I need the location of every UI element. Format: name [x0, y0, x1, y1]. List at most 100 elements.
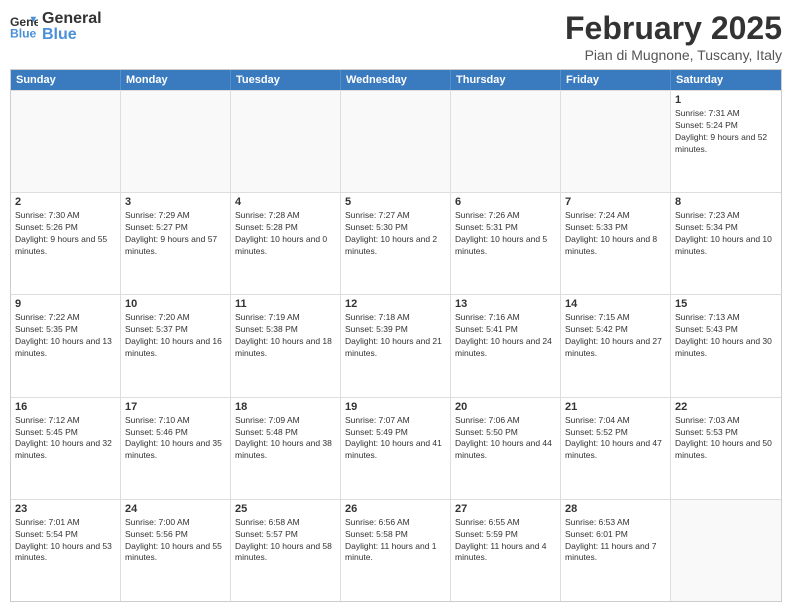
- empty-cell: [121, 91, 231, 192]
- day-1: 1 Sunrise: 7:31 AM Sunset: 5:24 PM Daylig…: [671, 91, 781, 192]
- day-15: 15 Sunrise: 7:13 AM Sunset: 5:43 PM Dayli…: [671, 295, 781, 396]
- day-info: Sunrise: 7:09 AM Sunset: 5:48 PM Dayligh…: [235, 415, 336, 463]
- day-number: 21: [565, 401, 666, 413]
- calendar-header: SundayMondayTuesdayWednesdayThursdayFrid…: [11, 70, 781, 90]
- day-20: 20 Sunrise: 7:06 AM Sunset: 5:50 PM Dayli…: [451, 398, 561, 499]
- day-info: Sunrise: 7:27 AM Sunset: 5:30 PM Dayligh…: [345, 210, 446, 258]
- day-number: 19: [345, 401, 446, 413]
- day-info: Sunrise: 7:31 AM Sunset: 5:24 PM Dayligh…: [675, 108, 777, 156]
- day-number: 6: [455, 196, 556, 208]
- day-info: Sunrise: 7:22 AM Sunset: 5:35 PM Dayligh…: [15, 312, 116, 360]
- day-16: 16 Sunrise: 7:12 AM Sunset: 5:45 PM Dayli…: [11, 398, 121, 499]
- day-24: 24Sunrise: 7:00 AM Sunset: 5:56 PM Dayli…: [121, 500, 231, 601]
- day-number: 15: [675, 298, 777, 310]
- day-4: 4Sunrise: 7:28 AM Sunset: 5:28 PM Daylig…: [231, 193, 341, 294]
- day-number: 26: [345, 503, 446, 515]
- header-day-saturday: Saturday: [671, 70, 781, 90]
- day-info: Sunrise: 7:10 AM Sunset: 5:46 PM Dayligh…: [125, 415, 226, 463]
- day-22: 22 Sunrise: 7:03 AM Sunset: 5:53 PM Dayli…: [671, 398, 781, 499]
- empty-cell: [231, 91, 341, 192]
- day-number: 28: [565, 503, 666, 515]
- day-number: 18: [235, 401, 336, 413]
- logo-line2: Blue: [42, 26, 102, 44]
- day-21: 21 Sunrise: 7:04 AM Sunset: 5:52 PM Dayli…: [561, 398, 671, 499]
- day-info: Sunrise: 7:01 AM Sunset: 5:54 PM Dayligh…: [15, 517, 116, 565]
- calendar-body: 1 Sunrise: 7:31 AM Sunset: 5:24 PM Daylig…: [11, 90, 781, 601]
- day-number: 23: [15, 503, 116, 515]
- day-info: Sunrise: 6:55 AM Sunset: 5:59 PM Dayligh…: [455, 517, 556, 565]
- day-3: 3 Sunrise: 7:29 AM Sunset: 5:27 PM Daylig…: [121, 193, 231, 294]
- calendar-title: February 2025: [565, 10, 782, 47]
- day-number: 25: [235, 503, 336, 515]
- day-13: 13 Sunrise: 7:16 AM Sunset: 5:41 PM Dayli…: [451, 295, 561, 396]
- day-number: 2: [15, 196, 116, 208]
- day-number: 3: [125, 196, 226, 208]
- header-day-sunday: Sunday: [11, 70, 121, 90]
- day-info: Sunrise: 7:03 AM Sunset: 5:53 PM Dayligh…: [675, 415, 777, 463]
- day-info: Sunrise: 7:07 AM Sunset: 5:49 PM Dayligh…: [345, 415, 446, 463]
- empty-cell: [11, 91, 121, 192]
- day-9: 9 Sunrise: 7:22 AM Sunset: 5:35 PM Daylig…: [11, 295, 121, 396]
- header: General Blue General Blue February 2025 …: [10, 10, 782, 63]
- day-5: 5 Sunrise: 7:27 AM Sunset: 5:30 PM Daylig…: [341, 193, 451, 294]
- day-number: 1: [675, 94, 777, 106]
- day-number: 7: [565, 196, 666, 208]
- day-info: Sunrise: 6:56 AM Sunset: 5:58 PM Dayligh…: [345, 517, 446, 565]
- page: General Blue General Blue February 2025 …: [0, 0, 792, 612]
- day-number: 13: [455, 298, 556, 310]
- week-4: 16 Sunrise: 7:12 AM Sunset: 5:45 PM Dayli…: [11, 397, 781, 499]
- day-23: 23 Sunrise: 7:01 AM Sunset: 5:54 PM Dayli…: [11, 500, 121, 601]
- day-number: 12: [345, 298, 446, 310]
- day-7: 7Sunrise: 7:24 AM Sunset: 5:33 PM Daylig…: [561, 193, 671, 294]
- day-11: 11Sunrise: 7:19 AM Sunset: 5:38 PM Dayli…: [231, 295, 341, 396]
- header-day-wednesday: Wednesday: [341, 70, 451, 90]
- day-info: Sunrise: 7:23 AM Sunset: 5:34 PM Dayligh…: [675, 210, 777, 258]
- day-number: 17: [125, 401, 226, 413]
- logo: General Blue General Blue: [10, 10, 102, 43]
- header-day-tuesday: Tuesday: [231, 70, 341, 90]
- empty-cell: [671, 500, 781, 601]
- day-info: Sunrise: 6:53 AM Sunset: 6:01 PM Dayligh…: [565, 517, 666, 565]
- day-info: Sunrise: 7:20 AM Sunset: 5:37 PM Dayligh…: [125, 312, 226, 360]
- day-number: 11: [235, 298, 336, 310]
- day-info: Sunrise: 7:04 AM Sunset: 5:52 PM Dayligh…: [565, 415, 666, 463]
- day-number: 27: [455, 503, 556, 515]
- calendar-subtitle: Pian di Mugnone, Tuscany, Italy: [565, 47, 782, 63]
- day-14: 14 Sunrise: 7:15 AM Sunset: 5:42 PM Dayli…: [561, 295, 671, 396]
- calendar: SundayMondayTuesdayWednesdayThursdayFrid…: [10, 69, 782, 602]
- day-info: Sunrise: 7:28 AM Sunset: 5:28 PM Dayligh…: [235, 210, 336, 258]
- day-number: 14: [565, 298, 666, 310]
- day-12: 12Sunrise: 7:18 AM Sunset: 5:39 PM Dayli…: [341, 295, 451, 396]
- day-number: 16: [15, 401, 116, 413]
- day-17: 17 Sunrise: 7:10 AM Sunset: 5:46 PM Dayli…: [121, 398, 231, 499]
- day-number: 5: [345, 196, 446, 208]
- day-6: 6 Sunrise: 7:26 AM Sunset: 5:31 PM Daylig…: [451, 193, 561, 294]
- header-day-friday: Friday: [561, 70, 671, 90]
- day-number: 10: [125, 298, 226, 310]
- day-info: Sunrise: 7:00 AM Sunset: 5:56 PM Dayligh…: [125, 517, 226, 565]
- day-info: Sunrise: 7:12 AM Sunset: 5:45 PM Dayligh…: [15, 415, 116, 463]
- day-25: 25Sunrise: 6:58 AM Sunset: 5:57 PM Dayli…: [231, 500, 341, 601]
- week-5: 23 Sunrise: 7:01 AM Sunset: 5:54 PM Dayli…: [11, 499, 781, 601]
- day-info: Sunrise: 7:06 AM Sunset: 5:50 PM Dayligh…: [455, 415, 556, 463]
- day-info: Sunrise: 7:13 AM Sunset: 5:43 PM Dayligh…: [675, 312, 777, 360]
- day-info: Sunrise: 7:26 AM Sunset: 5:31 PM Dayligh…: [455, 210, 556, 258]
- day-info: Sunrise: 7:16 AM Sunset: 5:41 PM Dayligh…: [455, 312, 556, 360]
- svg-text:Blue: Blue: [10, 26, 37, 40]
- week-2: 2 Sunrise: 7:30 AM Sunset: 5:26 PM Daylig…: [11, 192, 781, 294]
- day-info: Sunrise: 7:15 AM Sunset: 5:42 PM Dayligh…: [565, 312, 666, 360]
- day-info: Sunrise: 7:30 AM Sunset: 5:26 PM Dayligh…: [15, 210, 116, 258]
- day-number: 20: [455, 401, 556, 413]
- empty-cell: [451, 91, 561, 192]
- logo-icon: General Blue: [10, 13, 38, 41]
- empty-cell: [341, 91, 451, 192]
- day-number: 22: [675, 401, 777, 413]
- day-number: 9: [15, 298, 116, 310]
- day-10: 10 Sunrise: 7:20 AM Sunset: 5:37 PM Dayli…: [121, 295, 231, 396]
- header-day-monday: Monday: [121, 70, 231, 90]
- week-1: 1 Sunrise: 7:31 AM Sunset: 5:24 PM Daylig…: [11, 90, 781, 192]
- day-info: Sunrise: 7:29 AM Sunset: 5:27 PM Dayligh…: [125, 210, 226, 258]
- day-27: 27 Sunrise: 6:55 AM Sunset: 5:59 PM Dayli…: [451, 500, 561, 601]
- day-28: 28 Sunrise: 6:53 AM Sunset: 6:01 PM Dayli…: [561, 500, 671, 601]
- empty-cell: [561, 91, 671, 192]
